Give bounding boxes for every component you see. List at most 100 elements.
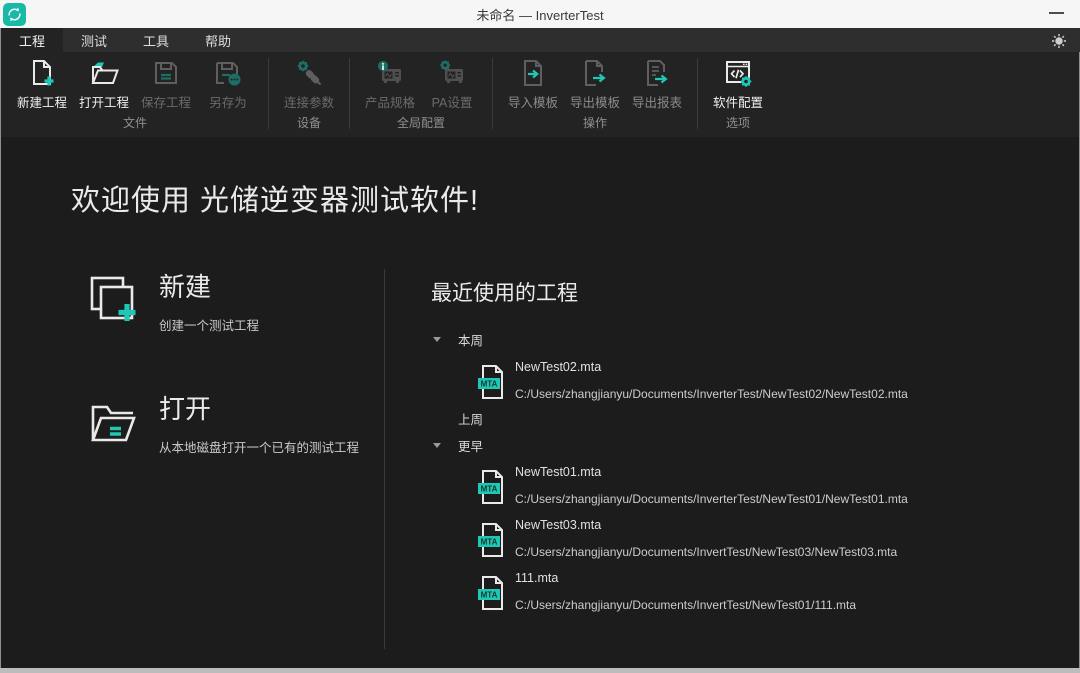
- file-name: NewTest01.mta: [515, 465, 908, 480]
- toolbar-separator: [268, 58, 269, 129]
- mta-file-icon: MTA: [475, 575, 509, 611]
- toolbar-item-label: 新建工程: [17, 92, 67, 111]
- mta-file-icon: MTA: [475, 469, 509, 505]
- tab-help[interactable]: 帮助: [187, 28, 249, 52]
- chevron-down-icon: [433, 443, 441, 448]
- toolbar-item-label: 产品规格: [365, 92, 415, 111]
- new-action-desc: 创建一个测试工程: [159, 315, 259, 334]
- toolbar-item-label: 保存工程: [141, 92, 191, 111]
- tree-group-label: 上周: [458, 409, 483, 428]
- tree-group-this-week[interactable]: 本周: [433, 330, 483, 349]
- svg-text:MTA: MTA: [481, 380, 498, 389]
- new-project-action[interactable]: 新建 创建一个测试工程: [87, 273, 259, 334]
- connect-params-icon: [294, 58, 324, 88]
- tree-group-label: 更早: [458, 436, 483, 455]
- toolbar-group-label: 操作: [583, 114, 607, 133]
- toolbar-item-label: 导出报表: [632, 92, 682, 111]
- toolbar-group-label: 全局配置: [397, 114, 445, 133]
- open-project-action[interactable]: 打开 从本地磁盘打开一个已有的测试工程: [87, 395, 359, 456]
- export-template-icon: [580, 58, 610, 88]
- file-name: 111.mta: [515, 571, 856, 586]
- recent-file-111[interactable]: MTA 111.mta C:/Users/zhangjianyu/Documen…: [475, 573, 856, 612]
- file-path: C:/Users/zhangjianyu/Documents/InverterT…: [515, 492, 908, 506]
- new-big-icon: [87, 273, 141, 327]
- connect-params-button[interactable]: 连接参数: [278, 58, 340, 111]
- new-action-title: 新建: [159, 273, 259, 301]
- open-action-title: 打开: [159, 395, 359, 423]
- toolbar-group-global-config: 产品规格: [351, 52, 491, 137]
- toolbar-group-options: 软件配置 选项: [699, 52, 777, 137]
- main-content: 欢迎使用 光储逆变器测试软件! 新建 创建一个测试工程 打开 从本地磁盘打开: [0, 137, 1080, 668]
- import-template-icon: [518, 58, 548, 88]
- svg-text:MTA: MTA: [481, 485, 498, 494]
- tab-test[interactable]: 测试: [63, 28, 125, 52]
- open-action-desc: 从本地磁盘打开一个已有的测试工程: [159, 437, 359, 456]
- export-report-icon: [642, 58, 672, 88]
- file-name: NewTest02.mta: [515, 360, 908, 375]
- svg-text:MTA: MTA: [481, 591, 498, 600]
- column-divider: [384, 269, 385, 649]
- recent-projects-title: 最近使用的工程: [431, 277, 578, 307]
- file-path: C:/Users/zhangjianyu/Documents/InvertTes…: [515, 545, 897, 559]
- export-report-button[interactable]: 导出报表: [626, 58, 688, 111]
- new-project-icon: [27, 58, 57, 88]
- open-project-button[interactable]: 打开工程: [73, 58, 135, 111]
- toolbar-item-label: 导入模板: [508, 92, 558, 111]
- window-title: 未命名 — InverterTest: [0, 5, 1080, 24]
- toolbar-group-file: 新建工程 打开工程 保存工程: [3, 52, 267, 137]
- toolbar-item-label: 打开工程: [79, 92, 129, 111]
- theme-toggle-sun-icon[interactable]: [1050, 32, 1068, 50]
- import-template-button[interactable]: 导入模板: [502, 58, 564, 111]
- software-config-icon: [723, 58, 753, 88]
- open-project-icon: [89, 58, 119, 88]
- toolbar-item-label: 软件配置: [713, 92, 763, 111]
- tab-project[interactable]: 工程: [1, 28, 63, 52]
- toolbar-separator: [349, 58, 350, 129]
- toolbar-group-label: 选项: [726, 114, 750, 133]
- export-template-button[interactable]: 导出模板: [564, 58, 626, 111]
- mta-file-icon: MTA: [475, 364, 509, 400]
- recent-file-newtest03[interactable]: MTA NewTest03.mta C:/Users/zhangjianyu/D…: [475, 520, 897, 559]
- minimize-button[interactable]: [1049, 12, 1064, 14]
- new-project-button[interactable]: 新建工程: [11, 58, 73, 111]
- welcome-heading: 欢迎使用 光储逆变器测试软件!: [71, 177, 479, 219]
- toolbar-separator: [697, 58, 698, 129]
- tree-group-label: 本周: [458, 330, 483, 349]
- pa-settings-icon: [437, 58, 467, 88]
- file-path: C:/Users/zhangjianyu/Documents/InvertTes…: [515, 598, 856, 612]
- save-project-icon: [151, 58, 181, 88]
- save-as-icon: [213, 58, 243, 88]
- toolbar-item-label: 另存为: [209, 92, 247, 111]
- toolbar-item-label: PA设置: [432, 92, 473, 111]
- recent-file-newtest01[interactable]: MTA NewTest01.mta C:/Users/zhangjianyu/D…: [475, 467, 908, 506]
- pa-settings-button[interactable]: PA设置: [421, 58, 483, 111]
- ribbon-toolbar: 新建工程 打开工程 保存工程: [0, 52, 1080, 137]
- product-spec-button[interactable]: 产品规格: [359, 58, 421, 111]
- app-logo-icon: [3, 3, 26, 26]
- mta-file-icon: MTA: [475, 522, 509, 558]
- toolbar-group-label: 文件: [123, 114, 147, 133]
- file-path: C:/Users/zhangjianyu/Documents/InverterT…: [515, 387, 908, 401]
- window-bottom-border: [0, 668, 1080, 673]
- titlebar: 未命名 — InverterTest: [0, 0, 1080, 28]
- open-big-icon: [87, 395, 141, 449]
- tree-group-last-week[interactable]: 上周: [433, 409, 483, 428]
- tab-tools[interactable]: 工具: [125, 28, 187, 52]
- file-name: NewTest03.mta: [515, 518, 897, 533]
- tree-group-earlier[interactable]: 更早: [433, 436, 483, 455]
- toolbar-separator: [492, 58, 493, 129]
- save-project-button[interactable]: 保存工程: [135, 58, 197, 111]
- svg-text:MTA: MTA: [481, 538, 498, 547]
- recent-file-newtest02[interactable]: MTA NewTest02.mta C:/Users/zhangjianyu/D…: [475, 362, 908, 401]
- toolbar-group-label: 设备: [297, 114, 321, 133]
- chevron-down-icon: [433, 337, 441, 342]
- software-config-button[interactable]: 软件配置: [707, 58, 769, 111]
- product-spec-icon: [375, 58, 405, 88]
- toolbar-item-label: 导出模板: [570, 92, 620, 111]
- toolbar-item-label: 连接参数: [284, 92, 334, 111]
- toolbar-group-device: 连接参数 设备: [270, 52, 348, 137]
- toolbar-group-operations: 导入模板 导出模板 导出报表: [494, 52, 696, 137]
- app-window: 未命名 — InverterTest 工程 测试 工具 帮助: [0, 0, 1080, 673]
- menu-tabbar: 工程 测试 工具 帮助: [0, 28, 1080, 52]
- save-as-button[interactable]: 另存为: [197, 58, 259, 111]
